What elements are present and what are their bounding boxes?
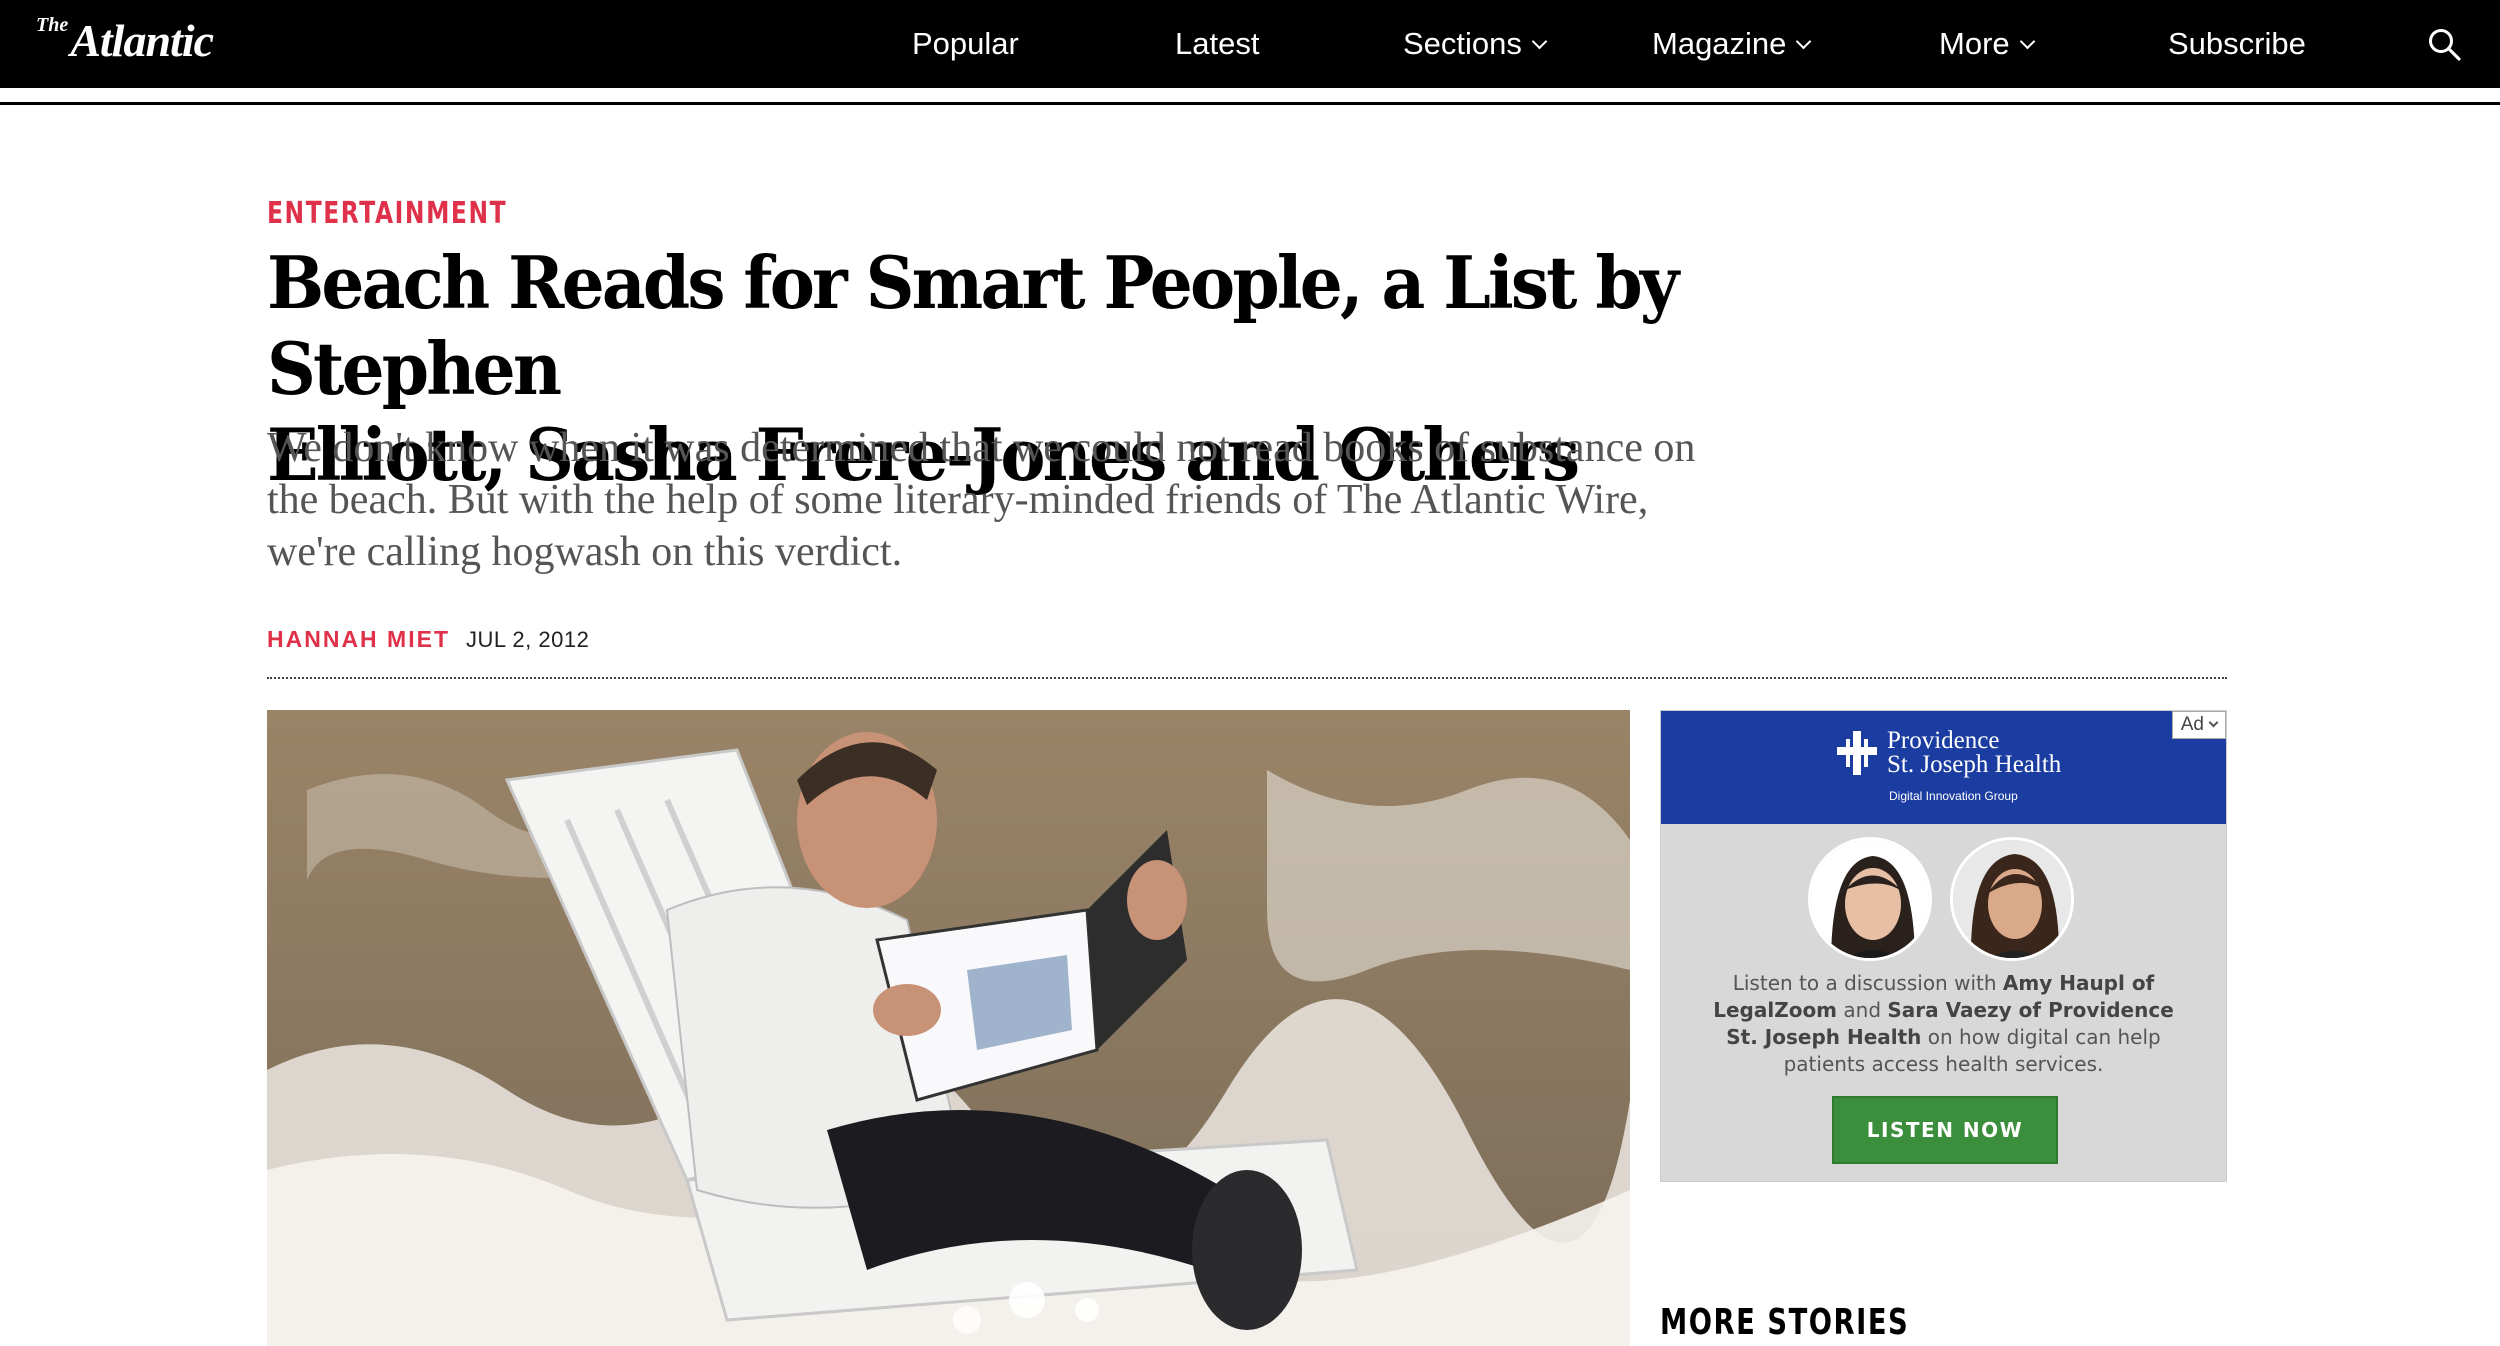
nav-latest[interactable]: Latest <box>1175 24 1259 64</box>
providence-logo-icon <box>1837 731 1877 775</box>
hero-image <box>267 710 1630 1346</box>
nav-sections-label: Sections <box>1403 26 1522 61</box>
logo-prefix: The <box>36 14 69 36</box>
nav-sections[interactable]: Sections <box>1403 24 1548 64</box>
nav-subscribe[interactable]: Subscribe <box>2168 24 2306 64</box>
nav-latest-label: Latest <box>1175 26 1260 61</box>
ad-header: Providence St. Joseph Health Digital Inn… <box>1661 711 2226 824</box>
avatar-photo-2 <box>1953 840 2071 958</box>
article-dek: We don't know when it was determined tha… <box>267 425 1696 575</box>
nav-magazine[interactable]: Magazine <box>1652 24 1812 64</box>
advertisement[interactable]: Providence St. Joseph Health Digital Inn… <box>1660 710 2227 1182</box>
nav-more[interactable]: More <box>1939 24 2035 64</box>
ad-brand-sub: Digital Innovation Group <box>1889 789 2018 803</box>
search-icon[interactable] <box>2426 26 2462 62</box>
ad-copy-part-1: Listen to a discussion with <box>1732 971 2003 995</box>
nav-magazine-label: Magazine <box>1652 26 1787 61</box>
publish-date: JUL 2, 2012 <box>466 627 590 652</box>
atlantic-logo[interactable]: TheAtlantic <box>36 14 214 67</box>
nav-subscribe-label: Subscribe <box>2168 26 2306 61</box>
nav-popular[interactable]: Popular <box>912 24 1019 64</box>
ad-copy: Listen to a discussion with Amy Haupl of… <box>1701 970 2186 1078</box>
ad-brand-name: Providence St. Joseph Health <box>1887 727 2062 778</box>
more-stories-heading: MORE STORIES <box>1660 1302 1910 1343</box>
nav-more-label: More <box>1939 26 2010 61</box>
header-divider <box>267 677 2227 679</box>
logo-text: Atlantic <box>70 15 214 66</box>
headline-line-1: Beach Reads for Smart People, a List by … <box>267 240 1679 411</box>
top-nav: TheAtlantic Popular Latest Sections Maga… <box>0 0 2500 88</box>
ad-choices-badge[interactable]: Ad <box>2171 711 2226 739</box>
avatar-photo-1 <box>1811 840 1929 958</box>
chevron-down-icon <box>1796 33 1812 50</box>
author-byline[interactable]: HANNAH MIET <box>267 626 450 653</box>
ad-copy-part-2: and <box>1837 998 1888 1022</box>
listen-now-button[interactable]: LISTEN NOW <box>1832 1096 2058 1164</box>
hero-photo-illustration <box>267 710 1630 1346</box>
chevron-down-icon <box>1531 33 1548 50</box>
ad-badge-label: Ad <box>2180 714 2204 735</box>
ad-avatar-sara <box>1950 837 2074 961</box>
nav-popular-label: Popular <box>912 26 1019 61</box>
ad-brand-line-2: St. Joseph Health <box>1887 751 2062 778</box>
section-label[interactable]: ENTERTAINMENT <box>267 196 507 231</box>
chevron-down-icon <box>2019 33 2035 50</box>
nav-divider <box>0 102 2500 105</box>
ad-brand-line-1: Providence <box>1887 727 2000 754</box>
chevron-down-icon <box>2208 717 2219 728</box>
ad-avatar-amy <box>1808 837 1932 961</box>
